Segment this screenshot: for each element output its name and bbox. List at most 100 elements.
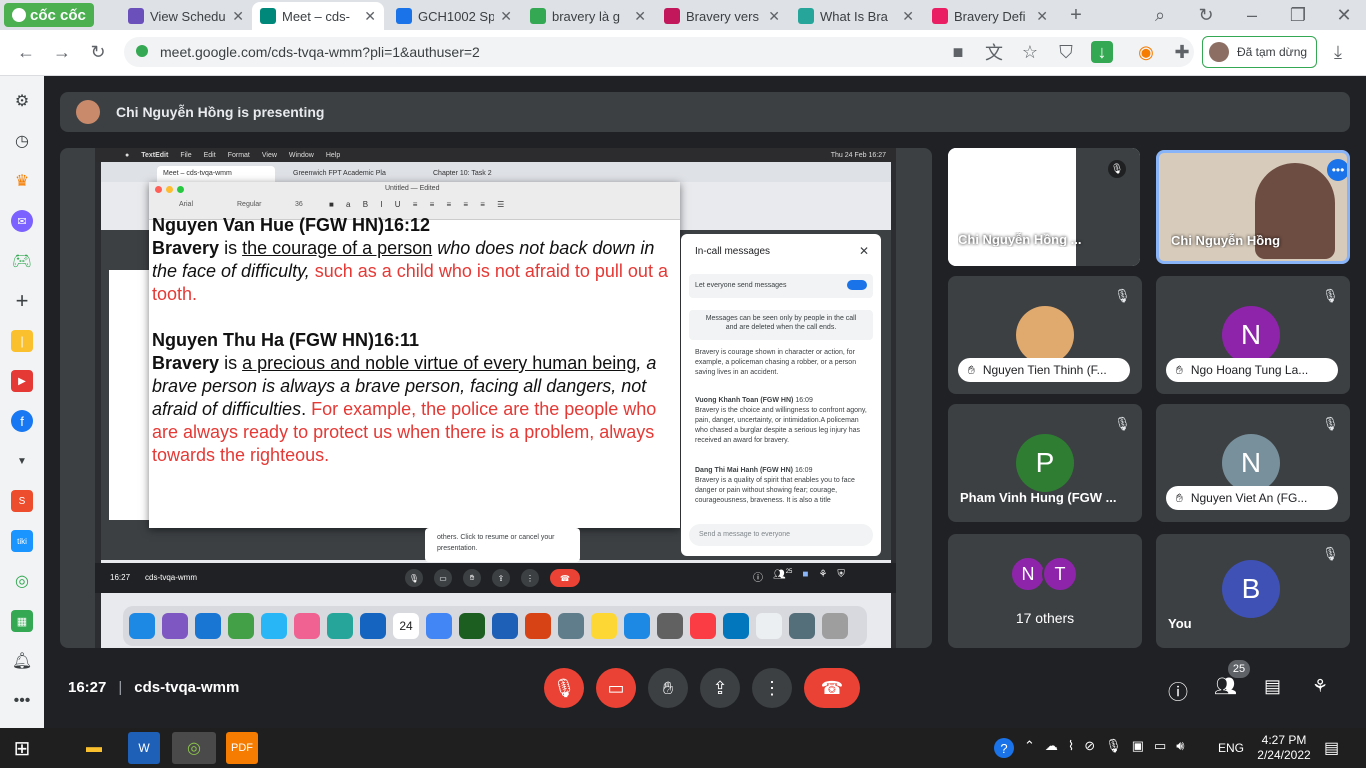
shopee-icon[interactable]: S: [11, 490, 33, 512]
vpn-icon[interactable]: ⊘: [1084, 738, 1095, 754]
minimize-dot-icon[interactable]: [166, 186, 173, 193]
people-icon[interactable]: 👥︎: [1214, 676, 1237, 697]
dock-app-icon[interactable]: [195, 613, 221, 639]
volume-icon[interactable]: 🔊︎: [1176, 738, 1184, 754]
chevron-down-icon[interactable]: ▼: [11, 450, 33, 472]
resume-presentation-popup[interactable]: others. Click to resume or cancel your p…: [425, 528, 580, 562]
inner-more-icon[interactable]: ⋮: [521, 569, 539, 587]
chat-icon[interactable]: ▤: [1264, 676, 1281, 697]
dock-app-icon[interactable]: [822, 613, 848, 639]
history-icon[interactable]: ↻: [1192, 1, 1220, 29]
translate-icon[interactable]: 文: [980, 38, 1008, 66]
settings-icon[interactable]: ⚙: [11, 90, 33, 112]
format-buttons[interactable]: ■ a B I U ≡ ≡ ≡ ≡ ≡ ☰: [329, 200, 509, 209]
dock-app-icon[interactable]: [360, 613, 386, 639]
youtube-icon[interactable]: ▶: [11, 370, 33, 392]
tab-close-icon[interactable]: ✕: [902, 8, 914, 25]
participant-tile[interactable]: 🎙︎ P Pham Vinh Hung (FGW ...: [948, 404, 1142, 522]
browser-tab[interactable]: View Schedu ✕: [120, 2, 252, 30]
send-messages-toggle[interactable]: [847, 280, 867, 290]
coccoc-taskbar-icon[interactable]: ◎: [172, 732, 216, 764]
close-window-button[interactable]: ✕: [1330, 1, 1358, 29]
inner-hand-icon[interactable]: ✋︎: [463, 569, 481, 587]
raise-hand-button[interactable]: ✋︎: [648, 668, 688, 708]
font-selector[interactable]: Arial: [179, 201, 193, 208]
help-icon[interactable]: ?: [994, 738, 1014, 758]
file-explorer-icon[interactable]: ▬: [78, 732, 110, 764]
close-dot-icon[interactable]: [155, 186, 162, 193]
dock-app-icon[interactable]: [261, 613, 287, 639]
inner-info-icon[interactable]: ⓘ: [753, 569, 763, 584]
dock-app-icon[interactable]: [426, 613, 452, 639]
minimize-button[interactable]: –: [1238, 1, 1266, 29]
document-body[interactable]: Nguyen Van Hue (FGW HN)16:12 Bravery is …: [152, 215, 672, 467]
inner-host-icon[interactable]: ⛨: [837, 569, 845, 584]
tab-close-icon[interactable]: ✕: [1036, 8, 1048, 25]
tab-close-icon[interactable]: ✕: [500, 8, 512, 25]
dock-app-icon[interactable]: [558, 613, 584, 639]
more-icon[interactable]: •••: [11, 690, 33, 712]
dock-app-icon[interactable]: [327, 613, 353, 639]
game-icon[interactable]: 🎮︎: [11, 250, 33, 272]
coccoc-rewards-icon[interactable]: ◎: [11, 570, 33, 592]
shield-icon[interactable]: ⛉: [1052, 38, 1080, 66]
inner-chat-icon[interactable]: ■: [802, 569, 808, 584]
dock-app-icon[interactable]: [657, 613, 683, 639]
spreadsheet-icon[interactable]: ▦: [11, 610, 33, 632]
dock-app-icon[interactable]: [525, 613, 551, 639]
inner-mic-icon[interactable]: 🎙︎: [405, 569, 423, 587]
self-tile[interactable]: 🎙︎ B You: [1156, 534, 1350, 648]
notes-icon[interactable]: |: [11, 330, 33, 352]
presentation-thumbnail-tile[interactable]: 🎙︎ Chi Nguyễn Hồng ...: [948, 148, 1140, 266]
taskbar-clock[interactable]: 4:27 PM 2/24/2022: [1254, 733, 1314, 763]
dock-app-icon[interactable]: [162, 613, 188, 639]
reload-icon[interactable]: ↻: [84, 38, 112, 66]
dock-app-icon[interactable]: [723, 613, 749, 639]
forward-icon[interactable]: →: [48, 38, 76, 66]
battery-icon[interactable]: ▭: [1154, 738, 1166, 754]
dock-app-icon[interactable]: [789, 613, 815, 639]
show-hidden-icons-icon[interactable]: ⌃: [1024, 738, 1035, 754]
meeting-info-icon[interactable]: ⓘ: [1168, 676, 1188, 705]
size-selector[interactable]: 36: [295, 201, 303, 208]
coccoc-logo[interactable]: cốc cốc: [4, 3, 94, 27]
browser-tab[interactable]: Meet – cds- ✕: [252, 2, 384, 30]
notification-center-icon[interactable]: ▤: [1324, 738, 1339, 758]
browser-tab[interactable]: Bravery vers ✕: [656, 2, 788, 30]
windows-start-icon[interactable]: ⊞: [6, 732, 38, 764]
tab-close-icon[interactable]: ✕: [768, 8, 780, 25]
extensions-puzzle-icon[interactable]: ✚: [1168, 38, 1196, 66]
tab-close-icon[interactable]: ✕: [232, 8, 244, 25]
camera-toggle[interactable]: ▭: [596, 668, 636, 708]
browser-tab[interactable]: Bravery Defi ✕: [924, 2, 1056, 30]
profile-paused-button[interactable]: Đã tạm dừng: [1202, 36, 1317, 68]
tab-close-icon[interactable]: ✕: [634, 8, 646, 25]
style-selector[interactable]: Regular: [237, 201, 262, 208]
network-icon[interactable]: ⌇: [1068, 738, 1074, 754]
browser-tab[interactable]: What Is Bra ✕: [790, 2, 922, 30]
browser-tab[interactable]: GCH1002 Sp ✕: [388, 2, 520, 30]
notification-bell-icon[interactable]: 🔔︎: [11, 650, 33, 672]
zoom-dot-icon[interactable]: [177, 186, 184, 193]
browser-tab[interactable]: bravery là g ✕: [522, 2, 654, 30]
new-tab-button[interactable]: +: [1062, 1, 1090, 29]
word-icon[interactable]: W: [128, 732, 160, 764]
pdf-reader-icon[interactable]: PDF: [226, 732, 258, 764]
inner-activities-icon[interactable]: ⚘: [818, 569, 827, 584]
dock-app-icon[interactable]: 24: [393, 613, 419, 639]
participant-tile[interactable]: 🎙︎ N ✋︎ Nguyen Viet An (FG...: [1156, 404, 1350, 522]
inner-people-icon[interactable]: 👥︎25: [773, 569, 792, 584]
presenter-tile[interactable]: ••• Chi Nguyễn Hồng: [1156, 150, 1350, 264]
tiki-icon[interactable]: tiki: [11, 530, 33, 552]
display-icon[interactable]: ▣: [1132, 738, 1144, 754]
input-language[interactable]: ENG: [1218, 741, 1244, 755]
back-icon[interactable]: ←: [12, 38, 40, 66]
tab-close-icon[interactable]: ✕: [364, 8, 376, 25]
cloud-icon[interactable]: ☁: [1045, 738, 1058, 754]
more-options-button[interactable]: ⋮: [752, 668, 792, 708]
coccoc-extension-icon[interactable]: ◉: [1132, 38, 1160, 66]
leave-call-button[interactable]: ☎: [804, 668, 860, 708]
activities-icon[interactable]: ⚘: [1312, 676, 1328, 697]
download-icon[interactable]: ⤓: [1324, 38, 1352, 66]
dock-app-icon[interactable]: [492, 613, 518, 639]
